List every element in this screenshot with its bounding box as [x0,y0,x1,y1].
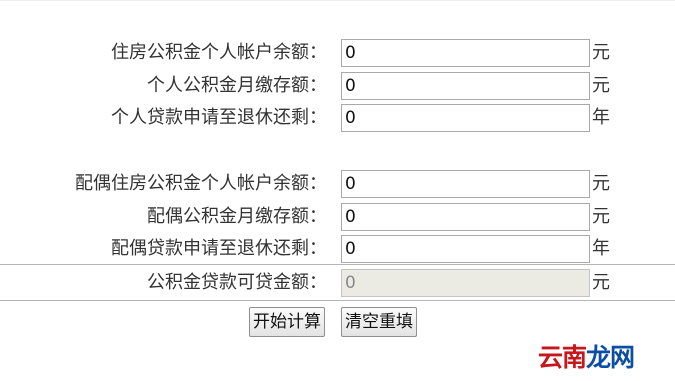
spouse-monthly-deposit-unit: 元 [592,206,610,227]
account-balance-unit: 元 [592,42,610,63]
watermark-tail-text: 龙网 [586,343,635,372]
spouse-years-to-retire-unit: 年 [592,238,610,259]
years-to-retire-input[interactable] [341,104,590,132]
reset-button[interactable]: 清空重填 [341,307,417,337]
loan-amount-unit: 元 [592,272,610,293]
loan-amount-label: 公积金贷款可贷金额： [147,272,327,293]
spouse-account-balance-label: 配偶住房公积金个人帐户余额： [75,173,327,194]
spouse-monthly-deposit-input[interactable] [341,203,590,231]
years-to-retire-label: 个人贷款申请至退休还剩： [111,107,327,128]
spouse-monthly-deposit-label: 配偶公积金月缴存额： [147,206,327,227]
row-spouse-account-balance: 配偶住房公积金个人帐户余额： 元 [0,168,675,200]
row-account-balance: 住房公积金个人帐户余额： 元 [0,37,675,69]
monthly-deposit-label: 个人公积金月缴存额： [147,75,327,96]
spouse-account-balance-input[interactable] [341,170,590,198]
row-loan-amount: 公积金贷款可贷金额： 元 [0,267,675,299]
row-years-to-retire: 个人贷款申请至退休还剩： 年 [0,102,675,134]
spouse-years-to-retire-label: 配偶贷款申请至退休还剩： [111,238,327,259]
account-balance-label: 住房公积金个人帐户余额： [111,42,327,63]
account-balance-input[interactable] [341,39,590,67]
row-monthly-deposit: 个人公积金月缴存额： 元 [0,70,675,102]
watermark-main-text: 云南 [538,343,587,372]
loan-amount-output [341,269,590,297]
calculate-button[interactable]: 开始计算 [249,307,325,337]
site-watermark-logo: 云南龙网 [538,338,635,374]
spouse-years-to-retire-input[interactable] [341,235,590,263]
top-divider [0,0,675,1]
spouse-account-balance-unit: 元 [592,173,610,194]
row-spouse-years-to-retire: 配偶贷款申请至退休还剩： 年 [0,233,675,265]
monthly-deposit-unit: 元 [592,75,610,96]
row-spouse-monthly-deposit: 配偶公积金月缴存额： 元 [0,201,675,233]
years-to-retire-unit: 年 [592,107,610,128]
monthly-deposit-input[interactable] [341,72,590,100]
